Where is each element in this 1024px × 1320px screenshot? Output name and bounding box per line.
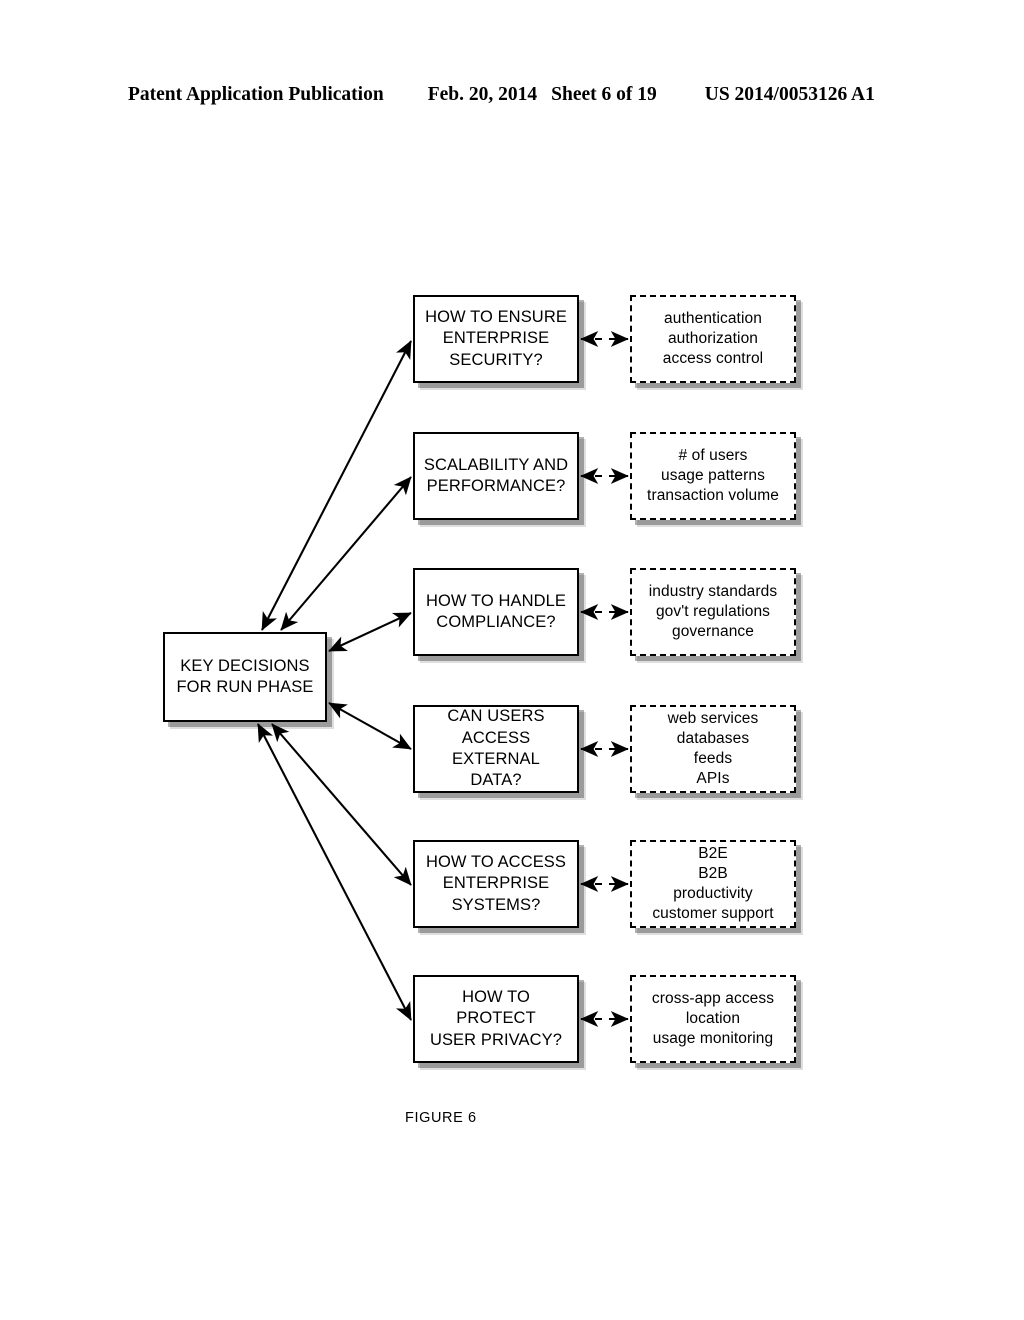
node-label: KEY DECISIONS FOR RUN PHASE	[176, 656, 314, 696]
figure-6-diagram: KEY DECISIONS FOR RUN PHASE HOW TO ENSUR…	[0, 0, 1024, 1320]
node-label: industry standards gov't regulations gov…	[648, 582, 778, 641]
node-label: B2E B2B productivity customer support	[652, 844, 774, 923]
node-label: HOW TO ENSURE ENTERPRISE SECURITY?	[425, 307, 567, 369]
node-attributes-scalability[interactable]: # of users usage patterns transaction vo…	[630, 432, 796, 520]
connector-hub-to-row-4	[328, 702, 412, 750]
node-label: HOW TO PROTECT USER PRIVACY?	[429, 987, 563, 1049]
node-label: authentication authorization access cont…	[662, 309, 764, 368]
connector-layer	[257, 331, 629, 1027]
node-key-decisions-hub[interactable]: KEY DECISIONS FOR RUN PHASE	[163, 632, 327, 722]
node-label: cross-app access location usage monitori…	[651, 989, 775, 1048]
node-attributes-user-privacy[interactable]: cross-app access location usage monitori…	[630, 975, 796, 1063]
connector-hub-to-row-3	[328, 612, 412, 652]
node-decision-compliance[interactable]: HOW TO HANDLE COMPLIANCE?	[413, 568, 579, 656]
node-label: CAN USERS ACCESS EXTERNAL DATA?	[447, 707, 545, 790]
node-decision-scalability[interactable]: SCALABILITY AND PERFORMANCE?	[413, 432, 579, 520]
node-decision-external-data[interactable]: CAN USERS ACCESS EXTERNAL DATA?	[413, 705, 579, 793]
node-attributes-external-data[interactable]: web services databases feeds APIs	[630, 705, 796, 793]
node-label: HOW TO ACCESS ENTERPRISE SYSTEMS?	[425, 852, 567, 914]
connector-hub-to-row-5	[271, 723, 412, 886]
node-label: HOW TO HANDLE COMPLIANCE?	[425, 591, 567, 631]
node-label: SCALABILITY AND PERFORMANCE?	[423, 455, 569, 495]
connector-hub-to-row-6	[257, 723, 412, 1021]
connector-hub-to-row-1	[261, 340, 412, 631]
node-attributes-compliance[interactable]: industry standards gov't regulations gov…	[630, 568, 796, 656]
node-decision-user-privacy[interactable]: HOW TO PROTECT USER PRIVACY?	[413, 975, 579, 1063]
node-decision-enterprise-systems[interactable]: HOW TO ACCESS ENTERPRISE SYSTEMS?	[413, 840, 579, 928]
node-label: web services databases feeds APIs	[667, 709, 759, 788]
node-attributes-enterprise-systems[interactable]: B2E B2B productivity customer support	[630, 840, 796, 928]
figure-caption: FIGURE 6	[405, 1110, 477, 1126]
node-attributes-security[interactable]: authentication authorization access cont…	[630, 295, 796, 383]
node-label: # of users usage patterns transaction vo…	[647, 446, 779, 505]
node-decision-security[interactable]: HOW TO ENSURE ENTERPRISE SECURITY?	[413, 295, 579, 383]
